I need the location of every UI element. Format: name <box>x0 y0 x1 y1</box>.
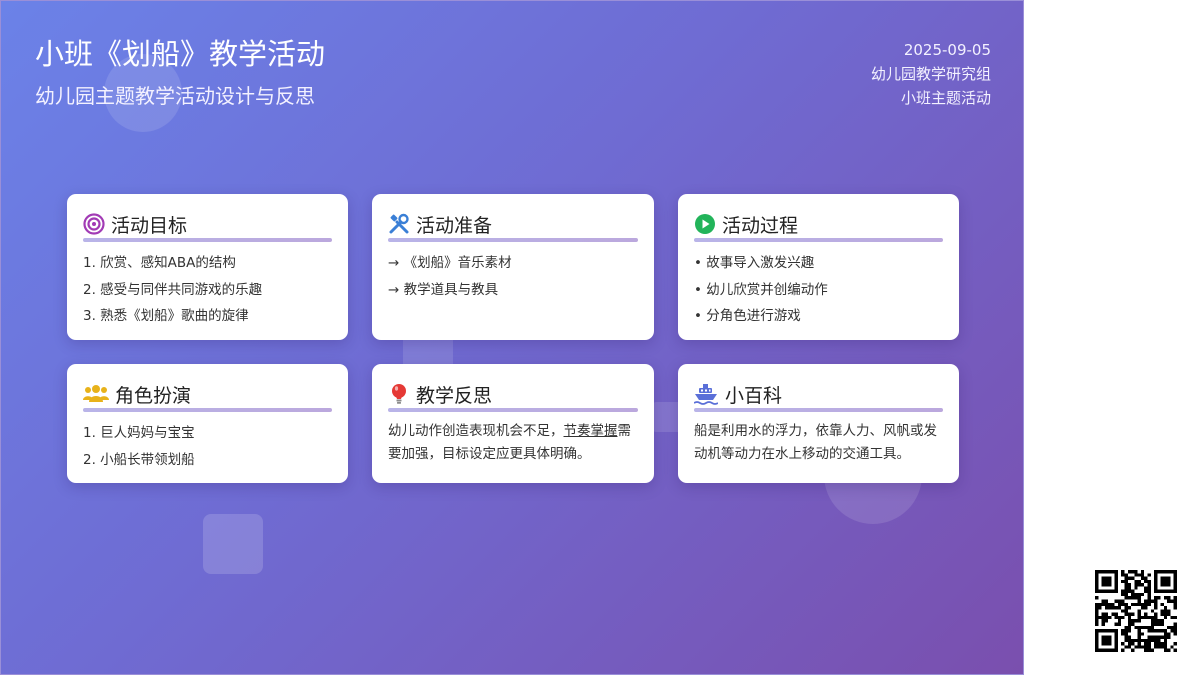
card-title: 活动过程 <box>722 214 799 237</box>
card-title: 小百科 <box>725 384 783 407</box>
decorative-square <box>203 514 263 574</box>
card-encyclopedia: 小百科 船是利用水的浮力，依靠人力、风帆或发动机等动力在水上移动的交通工具。 <box>678 364 959 483</box>
card-divider <box>83 238 332 242</box>
qr-code-icon[interactable] <box>1095 570 1177 652</box>
card-header: 角色扮演 <box>83 380 332 408</box>
card-role-play: 角色扮演 1. 巨人妈妈与宝宝 2. 小船长带领划船 <box>67 364 348 483</box>
card-activity-preparation: 活动准备 → 《划船》音乐素材 → 教学道具与教具 <box>372 194 654 340</box>
list-item: 1. 欣赏、感知ABA的结构 <box>83 255 236 271</box>
encyclopedia-text: 船是利用水的浮力，依靠人力、风帆或发动机等动力在水上移动的交通工具。 <box>694 423 937 462</box>
list-item: 3. 熟悉《划船》歌曲的旋律 <box>83 308 249 324</box>
list-item: • 分角色进行游戏 <box>694 308 801 324</box>
tools-icon <box>388 213 410 235</box>
ship-icon <box>694 383 718 405</box>
page-subtitle: 幼儿园主题教学活动设计与反思 <box>35 84 315 108</box>
page-title: 小班《划船》教学活动 <box>35 37 326 71</box>
group-text: 幼儿园教学研究组 <box>870 65 991 83</box>
card-activity-goals: 活动目标 1. 欣赏、感知ABA的结构 2. 感受与同伴共同游戏的乐趣 3. 熟… <box>67 194 348 340</box>
card-activity-process: 活动过程 • 故事导入激发兴趣 • 幼儿欣赏并创编动作 • 分角色进行游戏 <box>678 194 959 340</box>
reflection-text-start: 幼儿动作创造表现机会不足， <box>388 423 564 439</box>
card-header: 小百科 <box>694 380 943 408</box>
play-icon <box>694 213 716 235</box>
card-divider <box>388 408 638 412</box>
goal-list: 1. 欣赏、感知ABA的结构 2. 感受与同伴共同游戏的乐趣 3. 熟悉《划船》… <box>83 250 332 330</box>
list-item: → 教学道具与教具 <box>388 281 499 298</box>
people-icon <box>83 383 109 405</box>
card-title: 角色扮演 <box>115 384 192 407</box>
card-header: 教学反思 <box>388 380 638 408</box>
card-header: 活动过程 <box>694 210 943 238</box>
card-divider <box>694 408 943 412</box>
card-title: 活动目标 <box>111 214 188 237</box>
list-item: • 幼儿欣赏并创编动作 <box>694 281 828 298</box>
card-title: 教学反思 <box>416 384 493 407</box>
lightbulb-icon <box>388 383 410 405</box>
card-teaching-reflection: 教学反思 幼儿动作创造表现机会不足，节奏掌握需要加强，目标设定应更具体明确。 <box>372 364 654 483</box>
card-divider <box>83 408 332 412</box>
prep-list: → 《划船》音乐素材 → 教学道具与教具 <box>388 250 638 303</box>
list-item: → 《划船》音乐素材 <box>388 255 512 271</box>
card-divider <box>694 238 943 242</box>
list-item: • 故事导入激发兴趣 <box>694 255 815 271</box>
list-item: 1. 巨人妈妈与宝宝 <box>83 425 195 441</box>
list-item: 2. 小船长带领划船 <box>83 451 195 468</box>
card-header: 活动目标 <box>83 210 332 238</box>
reflection-highlight: 节奏掌握 <box>563 423 618 439</box>
card-header: 活动准备 <box>388 210 638 238</box>
date-text: 2025-09-05 <box>903 41 991 59</box>
reflection-text: 幼儿动作创造表现机会不足，节奏掌握需要加强，目标设定应更具体明确。 <box>388 420 638 466</box>
slide-canvas: 小班《划船》教学活动 幼儿园主题教学活动设计与反思 2025-09-05 幼儿园… <box>0 0 1024 675</box>
target-icon <box>83 213 105 235</box>
card-title: 活动准备 <box>416 214 493 237</box>
card-divider <box>388 238 638 242</box>
process-list: • 故事导入激发兴趣 • 幼儿欣赏并创编动作 • 分角色进行游戏 <box>694 250 943 330</box>
header-meta: 2025-09-05 幼儿园教学研究组 小班主题活动 <box>871 38 991 110</box>
list-item: 2. 感受与同伴共同游戏的乐趣 <box>83 281 263 298</box>
category-text: 小班主题活动 <box>900 89 991 107</box>
role-list: 1. 巨人妈妈与宝宝 2. 小船长带领划船 <box>83 420 332 473</box>
